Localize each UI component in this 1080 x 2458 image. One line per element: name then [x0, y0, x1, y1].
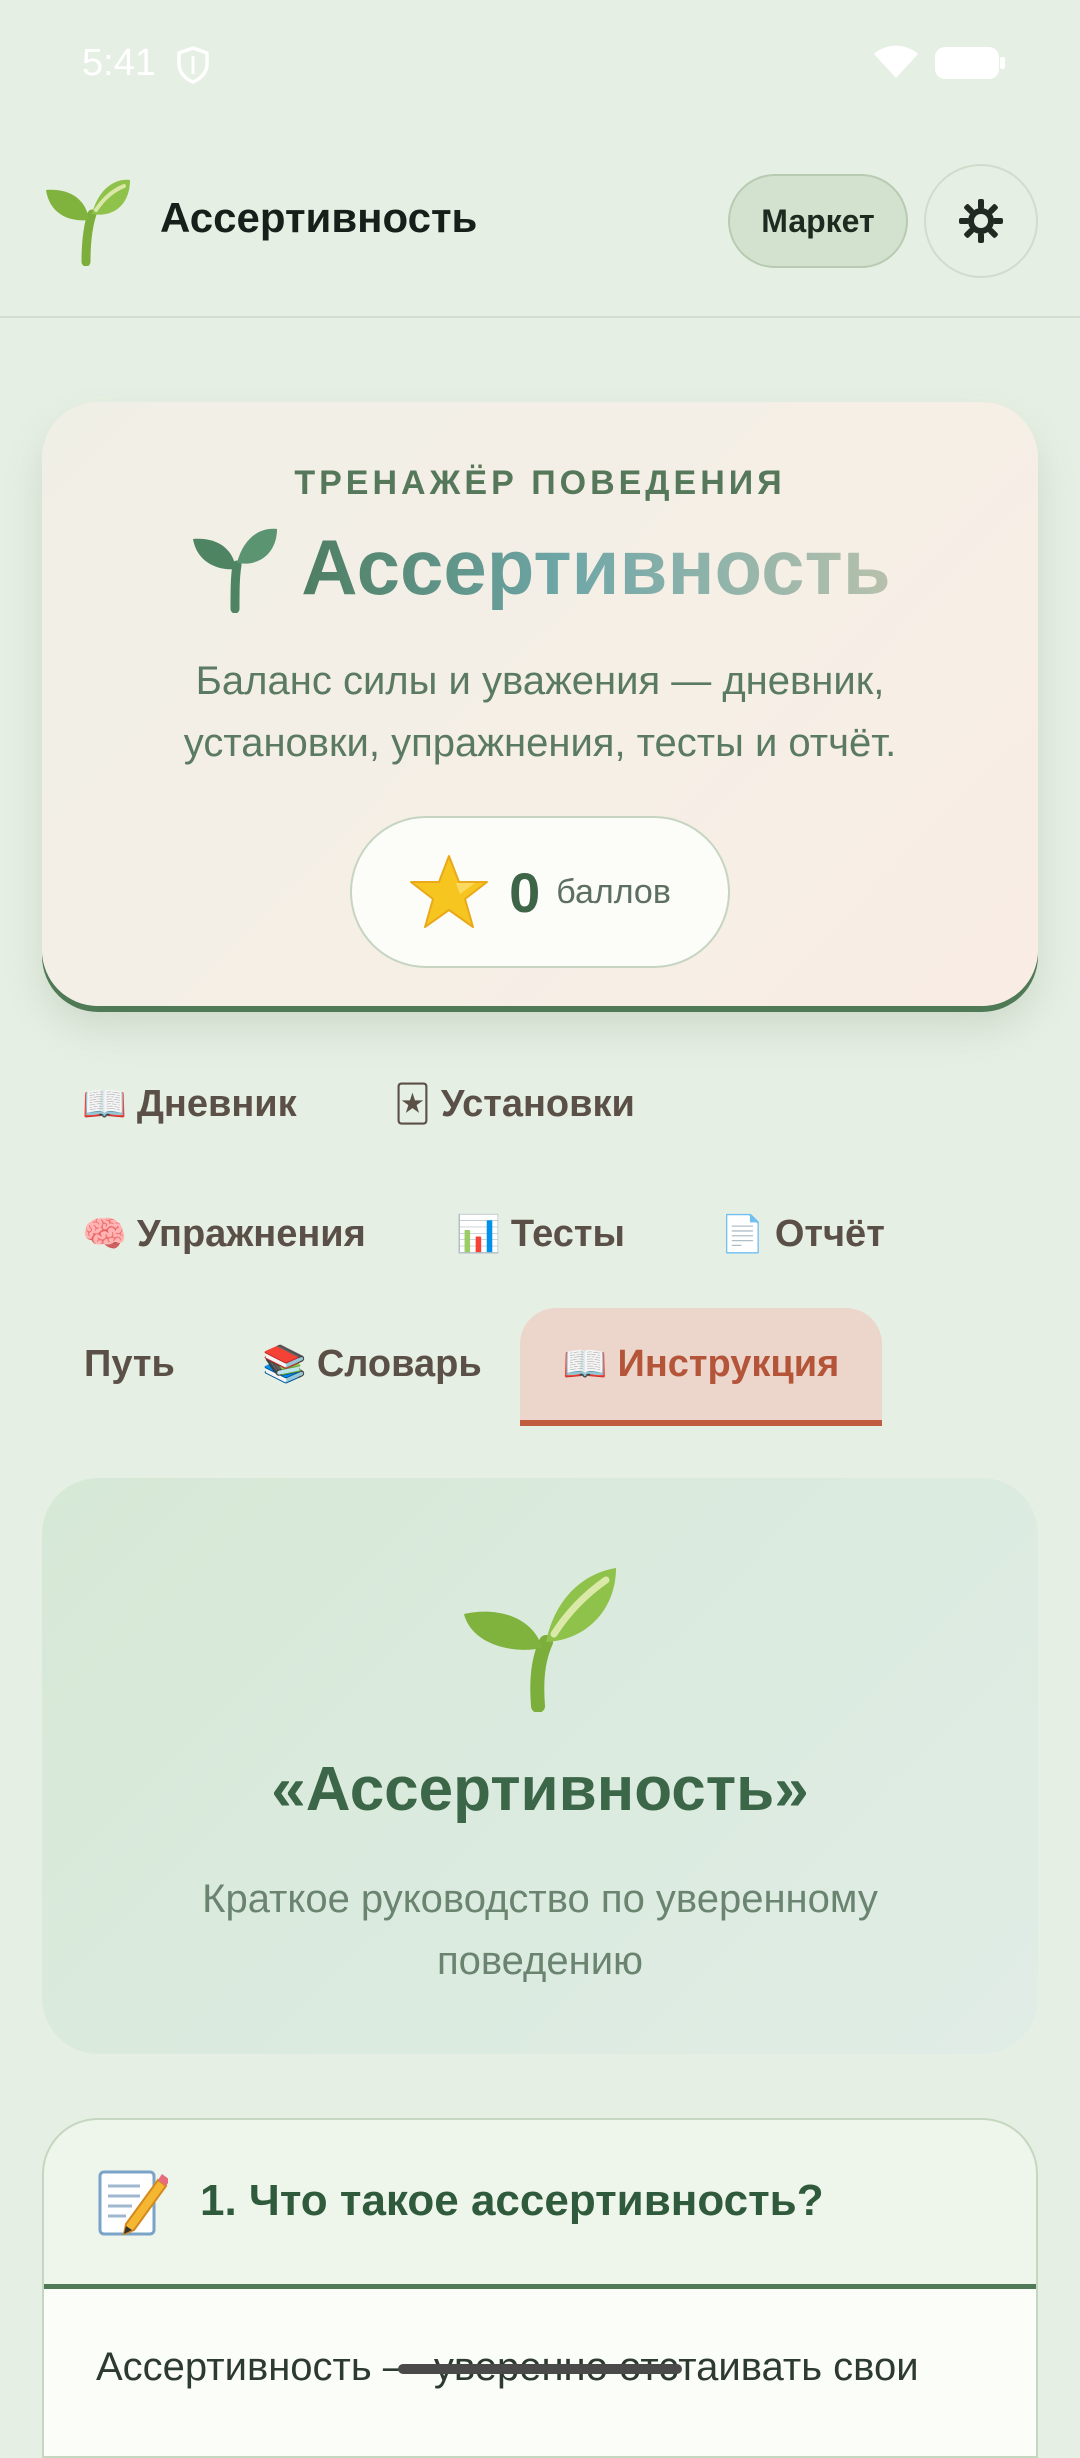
tab-label: Установки [440, 1082, 635, 1125]
settings-button[interactable] [924, 164, 1038, 278]
home-indicator[interactable] [398, 2364, 682, 2374]
hero-subtitle: Баланс силы и уважения — дневник, устано… [183, 659, 897, 765]
points-value: 0 [509, 860, 541, 924]
tab-label: Словарь [316, 1342, 482, 1385]
tab-label: Тесты [510, 1212, 625, 1255]
section-title: 1. Что такое ассертивность? [200, 2176, 824, 2225]
status-bar: 5:41 [0, 0, 1080, 126]
wifi-icon [874, 45, 918, 78]
app-header: Ассертивность Маркет [0, 126, 1080, 318]
section-header[interactable]: 1. Что такое ассертивность? [44, 2120, 1036, 2289]
hero-title-row: Ассертивность [42, 522, 1038, 613]
document-icon: 📄 [720, 1213, 765, 1254]
memo-icon [98, 2170, 168, 2236]
tab-diary[interactable]: 📖 Дневник [82, 1046, 297, 1162]
tab-label: Дневник [136, 1082, 297, 1125]
tab-path[interactable]: Путь [84, 1306, 175, 1422]
tab-exercises[interactable]: 🧠 Упражнения [82, 1176, 366, 1292]
gear-icon [959, 199, 1003, 243]
tab-instructions[interactable]: 📖 Инструкция [520, 1308, 882, 1426]
hero-card: ТРЕНАЖЁР ПОВЕДЕНИЯ Ассертивность Баланс … [42, 402, 1038, 1006]
shield-icon [177, 46, 209, 84]
tab-tests[interactable]: 📊 Тесты [456, 1176, 625, 1292]
tab-label: Отчёт [774, 1212, 885, 1255]
tab-glossary[interactable]: 📚 Словарь [262, 1306, 482, 1422]
guide-hero-card: «Ассертивность» Краткое руководство по у… [42, 1478, 1038, 2054]
market-button[interactable]: Маркет [728, 174, 908, 268]
app-title: Ассертивность [160, 194, 478, 241]
tab-label: Инструкция [617, 1342, 840, 1385]
points-unit: баллов [556, 872, 671, 911]
battery-icon [935, 47, 1005, 79]
book-icon: 📖 [82, 1083, 127, 1124]
bar-chart-icon: 📊 [456, 1213, 501, 1254]
tab-label: Путь [84, 1342, 175, 1385]
tab-beliefs[interactable]: 🃏 Установки [394, 1046, 635, 1162]
points-badge: 0 баллов [350, 816, 730, 968]
sprout-icon [464, 1568, 616, 1712]
tab-report[interactable]: 📄 Отчёт [720, 1176, 885, 1292]
joker-card-icon: 🃏 [394, 1083, 431, 1124]
brain-icon: 🧠 [82, 1213, 127, 1254]
sprout-icon [46, 179, 130, 266]
tab-label: Упражнения [136, 1212, 366, 1255]
sprout-icon [193, 528, 278, 613]
status-time: 5:41 [82, 42, 156, 84]
guide-title: «Ассертивность» [271, 1755, 809, 1824]
books-icon: 📚 [262, 1343, 307, 1384]
hero-kicker: ТРЕНАЖЁР ПОВЕДЕНИЯ [294, 464, 786, 502]
section-card[interactable]: 1. Что такое ассертивность? Ассертивност… [42, 2118, 1038, 2458]
hero-title: Ассертивность [301, 523, 891, 611]
book-icon: 📖 [562, 1343, 608, 1384]
guide-subtitle: Краткое руководство по уверенному поведе… [202, 1877, 878, 1983]
star-icon [410, 855, 489, 928]
